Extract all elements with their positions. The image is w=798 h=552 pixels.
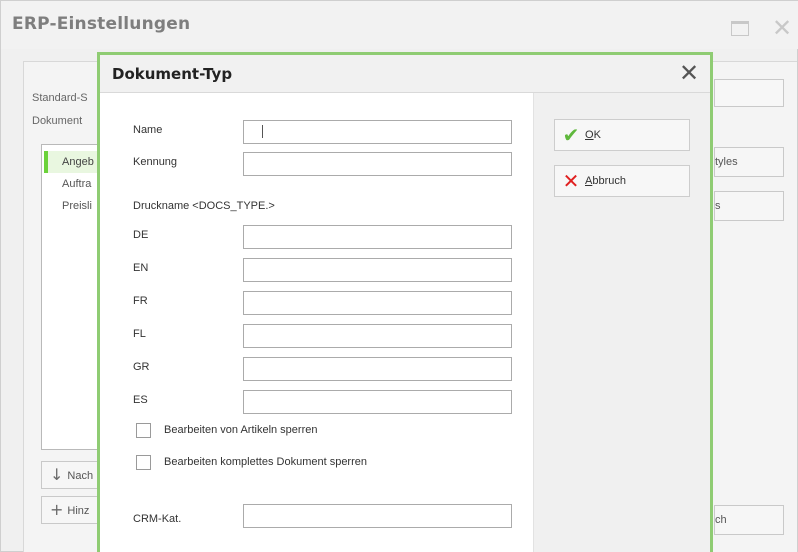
crm-category-label: CRM-Kat.: [133, 513, 182, 525]
crm-category-input[interactable]: [243, 504, 512, 528]
text-caret: [262, 125, 263, 138]
dokument-label: Dokument: [32, 115, 83, 127]
dialog-titlebar: Dokument-Typ ✕: [100, 55, 710, 93]
window-title: ERP-Einstellungen: [12, 14, 191, 34]
name-input[interactable]: [243, 120, 512, 144]
druckname-de-input[interactable]: [243, 225, 512, 249]
standard-field[interactable]: [714, 79, 784, 107]
ok-button[interactable]: ✔ OK: [554, 119, 690, 151]
maximize-icon[interactable]: [731, 21, 749, 36]
dialog-title: Dokument-Typ: [112, 65, 233, 83]
add-label: Hinz: [67, 505, 90, 517]
lock-articles-checkbox[interactable]: [136, 423, 151, 438]
druckname-heading: Druckname <DOCS_TYPE.>: [133, 200, 275, 212]
kennung-label: Kennung: [133, 156, 178, 168]
lang-label-de: DE: [133, 229, 149, 241]
arrow-down-icon: ↓: [50, 465, 64, 484]
styles-button-label: tyles: [715, 156, 738, 168]
cancel-x-icon: ✕: [562, 169, 580, 193]
move-down-label: Nach: [67, 470, 94, 482]
add-button[interactable]: + Hinz: [41, 496, 101, 524]
s-button-label: s: [715, 200, 721, 212]
lang-label-gr: GR: [133, 361, 150, 373]
name-label: Name: [133, 124, 163, 136]
druckname-gr-input[interactable]: [243, 357, 512, 381]
close-icon[interactable]: ✕: [771, 16, 793, 40]
standard-label: Standard-S: [32, 92, 88, 104]
kennung-input[interactable]: [243, 152, 512, 176]
druckname-fl-input[interactable]: [243, 324, 512, 348]
lang-label-fr: FR: [133, 295, 148, 307]
ch-button[interactable]: ch: [714, 505, 784, 535]
cancel-button-label: Abbruch: [585, 175, 626, 187]
dialog-close-icon[interactable]: ✕: [677, 61, 701, 85]
move-down-button[interactable]: ↓ Nach: [41, 461, 101, 489]
lock-document-checkbox[interactable]: [136, 455, 151, 470]
druckname-es-input[interactable]: [243, 390, 512, 414]
styles-button[interactable]: tyles: [714, 147, 784, 177]
lang-label-en: EN: [133, 262, 149, 274]
lock-document-label[interactable]: Bearbeiten komplettes Dokument sperren: [164, 456, 367, 468]
lock-articles-label[interactable]: Bearbeiten von Artikeln sperren: [164, 424, 317, 436]
druckname-fr-input[interactable]: [243, 291, 512, 315]
lang-label-fl: FL: [133, 328, 146, 340]
druckname-en-input[interactable]: [243, 258, 512, 282]
lang-label-es: ES: [133, 394, 148, 406]
ok-button-label: OK: [585, 129, 601, 141]
document-type-dialog: Dokument-Typ ✕ Name Kennung Druckname <D…: [97, 52, 713, 552]
window-titlebar: ERP-Einstellungen ✕: [1, 1, 798, 49]
ch-button-label: ch: [715, 514, 727, 526]
dialog-action-panel: ✔ OK ✕ Abbruch: [533, 93, 710, 552]
checkmark-icon: ✔: [562, 123, 580, 147]
s-button[interactable]: s: [714, 191, 784, 221]
cancel-button[interactable]: ✕ Abbruch: [554, 165, 690, 197]
plus-icon: +: [50, 500, 64, 519]
